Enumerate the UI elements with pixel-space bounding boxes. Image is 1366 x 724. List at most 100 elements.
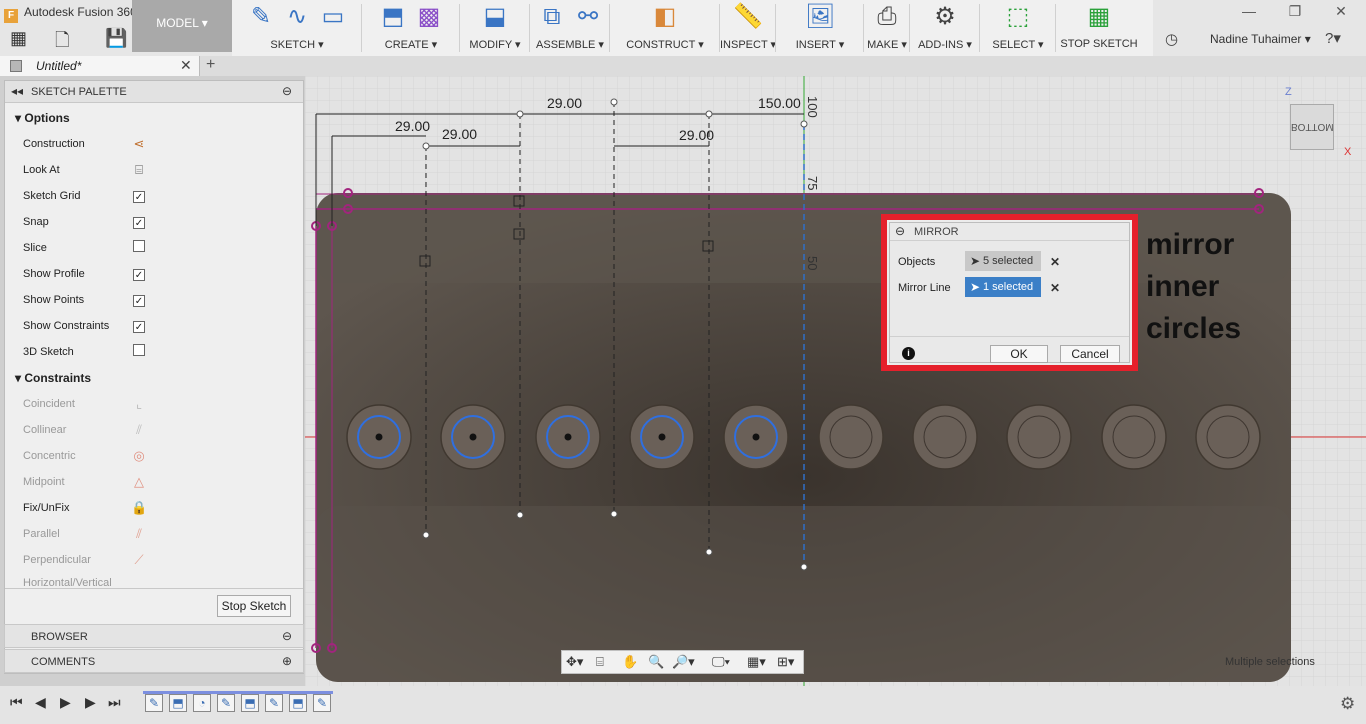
grid-icon[interactable]: ▦ [10,28,27,49]
option-3d-sketch[interactable]: 3D Sketch [23,342,283,362]
restore-icon[interactable]: ❐ [1272,0,1318,24]
constraint-midpoint[interactable]: Midpoint △ [23,472,283,492]
comments-panel[interactable]: COMMENTS ⊕ [4,649,304,673]
browser-collapse-icon[interactable]: ⊖ [282,629,292,643]
go-to-start-icon[interactable]: ⏮ [10,694,23,711]
perpendicular-icon[interactable]: ⟋ [131,552,147,568]
ok-button[interactable]: OK [990,345,1048,363]
stop-sketch-icon[interactable]: ▦ [1084,2,1114,32]
extrude-icon[interactable]: ⬒ [378,2,408,32]
comments-add-icon[interactable]: ⊕ [282,654,292,668]
close-tab-icon[interactable]: ✕ [180,57,192,74]
timeline-extrude-icon[interactable]: ⬒ [241,694,259,712]
fit-icon[interactable]: 🔎▾ [672,654,695,670]
orbit-icon[interactable]: ✥▾ [566,654,583,670]
gear-icon[interactable]: ⚙ [1340,694,1355,714]
step-back-icon[interactable]: ◀ [35,694,46,711]
joint-icon[interactable]: ⚯ [573,2,603,32]
construction-icon[interactable]: ⋖ [131,136,147,152]
pan-icon[interactable]: ✋ [622,654,638,670]
options-section-header[interactable]: ▾ Options [15,111,70,125]
snap-checkbox[interactable]: ✓ [133,217,145,229]
constraint-collinear[interactable]: Collinear ⫽ [23,420,283,440]
help-icon[interactable]: ?▾ [1325,29,1341,47]
constraint-concentric[interactable]: Concentric ◎ [23,446,283,466]
coincident-icon[interactable]: ⌞ [131,396,147,412]
view-cube[interactable]: BOTTOM [1290,104,1334,150]
dimension-29-b[interactable]: 29.00 [442,126,477,142]
spline-icon[interactable]: ∿ [282,2,312,32]
clear-mirror-line-icon[interactable]: ✕ [1050,281,1060,295]
timeline-extrude-icon[interactable]: ⬒ [289,694,307,712]
ribbon-group-make[interactable]: ⎙ MAKE ▾ [864,0,910,56]
minimize-palette-icon[interactable]: ⊖ [282,84,292,98]
option-look-at[interactable]: Look At ⌸ [23,160,283,180]
mirror-line-selection-button[interactable]: ➤ 1 selected [965,277,1041,297]
constraint-perpendicular[interactable]: Perpendicular ⟋ [23,550,283,570]
clear-objects-icon[interactable]: ✕ [1050,255,1060,269]
option-show-points[interactable]: Show Points ✓ [23,290,283,310]
design-canvas[interactable]: 29.00 29.00 29.00 29.00 150.00 100 75 50 [305,76,1366,686]
option-show-profile[interactable]: Show Profile ✓ [23,264,283,284]
3d-sketch-checkbox[interactable] [133,344,145,356]
sketch-grid-checkbox[interactable]: ✓ [133,191,145,203]
collapse-dialog-icon[interactable]: ⊖ [895,224,905,238]
grid-settings-icon[interactable]: ▦▾ [747,654,766,670]
look-at-nav-icon[interactable]: ⌸ [596,654,604,670]
timeline-track[interactable]: ✎ ⬒ ◔ ✎ ⬒ ✎ ⬒ ✎ [143,691,335,719]
minimize-icon[interactable]: — [1226,0,1272,24]
canvas-drawing[interactable]: 29.00 29.00 29.00 29.00 150.00 100 75 50 [305,76,1366,686]
info-icon[interactable]: i [902,347,915,360]
show-constraints-checkbox[interactable]: ✓ [133,321,145,333]
ribbon-group-assemble[interactable]: ⧉ ⚯ ASSEMBLE ▾ [530,0,610,56]
dimension-29-d[interactable]: 29.00 [679,127,714,143]
play-icon[interactable]: ▶ [60,694,71,711]
collinear-icon[interactable]: ⫽ [131,422,147,438]
new-component-icon[interactable]: ⧉ [537,2,567,32]
timeline-sketch-icon[interactable]: ✎ [313,694,331,712]
mirror-dialog-header[interactable]: ⊖ MIRROR [890,223,1129,241]
option-sketch-grid[interactable]: Sketch Grid ✓ [23,186,283,206]
new-tab-icon[interactable]: + [206,56,215,74]
insert-image-icon[interactable]: 🖼 [805,2,835,32]
look-at-icon[interactable]: ⌸ [131,162,147,178]
option-construction[interactable]: Construction ⋖ [23,134,283,154]
parallel-icon[interactable]: ⫽ [131,526,147,542]
timeline-hole-icon[interactable]: ◔ [193,694,211,712]
dimension-150[interactable]: 150.00 [758,95,801,111]
ribbon-group-stop-sketch[interactable]: ▦ STOP SKETCH [1056,0,1142,56]
sketch-palette-header[interactable]: ◂◂ SKETCH PALETTE ⊖ [5,81,303,103]
option-show-constraints[interactable]: Show Constraints ✓ [23,316,283,336]
midpoint-icon[interactable]: △ [131,474,147,490]
show-points-checkbox[interactable]: ✓ [133,295,145,307]
ribbon-group-inspect[interactable]: 📏 INSPECT ▾ [720,0,776,56]
timeline-sketch-icon[interactable]: ✎ [265,694,283,712]
constraint-coincident[interactable]: Coincident ⌞ [23,394,283,414]
slice-checkbox[interactable] [133,240,145,252]
viewports-icon[interactable]: ⊞▾ [777,654,794,670]
ribbon-group-construct[interactable]: ◧ CONSTRUCT ▾ [610,0,720,56]
timeline-sketch-icon[interactable]: ✎ [145,694,163,712]
zoom-icon[interactable]: 🔍 [648,654,664,670]
collapse-palette-icon[interactable]: ◂◂ [11,84,23,98]
job-status-icon[interactable]: ◷ [1165,30,1178,48]
ribbon-group-addins[interactable]: ⚙ ADD-INS ▾ [910,0,980,56]
constraint-fix-unfix[interactable]: Fix/UnFix 🔒 [23,498,283,518]
option-slice[interactable]: Slice [23,238,283,258]
save-icon[interactable]: 💾 [105,28,127,49]
create-sketch-icon[interactable]: ✎ [246,2,276,32]
form-icon[interactable]: ▩ [414,2,444,32]
ribbon-group-insert[interactable]: 🖼 INSERT ▾ [776,0,864,56]
select-icon[interactable]: ⬚ [1003,2,1033,32]
rectangle-icon[interactable]: ▭ [318,2,348,32]
scripts-icon[interactable]: ⚙ [930,2,960,32]
step-forward-icon[interactable]: ▶ [85,694,96,711]
timeline-sketch-icon[interactable]: ✎ [217,694,235,712]
ribbon-group-create[interactable]: ⬒ ▩ CREATE ▾ [362,0,460,56]
constraint-horizontal-vertical[interactable]: Horizontal/Vertical [23,573,283,587]
3d-print-icon[interactable]: ⎙ [872,2,902,32]
dimension-29-a[interactable]: 29.00 [395,118,430,134]
offset-plane-icon[interactable]: ◧ [650,2,680,32]
display-settings-icon[interactable]: 🖵▾ [712,654,730,670]
timeline-extrude-icon[interactable]: ⬒ [169,694,187,712]
